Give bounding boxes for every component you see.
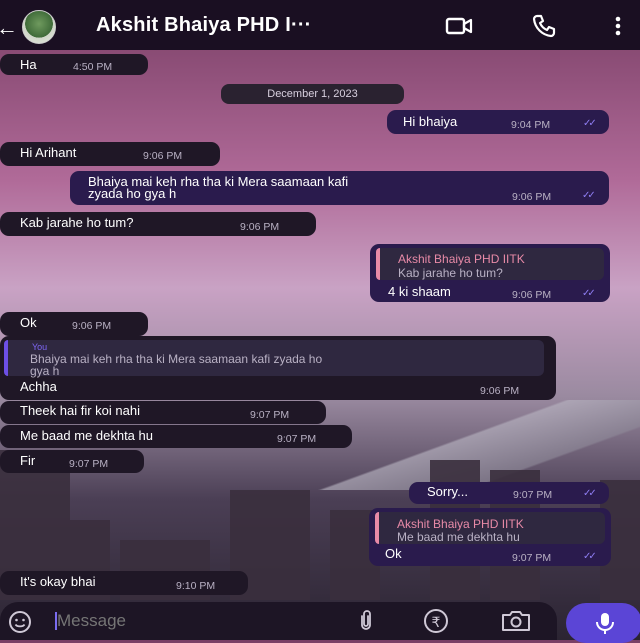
message-text-line: zyada ho gya h [88,186,177,201]
message-incoming[interactable]: It's okay bhai 9:10 PM [0,571,248,595]
message-outgoing-reply[interactable]: Akshit Bhaiya PHD IITK Kab jarahe ho tum… [370,244,610,302]
mic-icon [596,613,614,634]
message-text: Ha [20,57,37,72]
message-time: 9:10 PM [176,580,216,592]
avatar[interactable] [22,10,56,44]
message-time: 9:04 PM [511,119,551,131]
message-outgoing[interactable]: Sorry... 9:07 PM ✓✓ [409,482,609,504]
message-text: Sorry... [427,484,468,499]
quote-text: Bhaiya mai keh rha tha ki Mera saamaan k… [30,352,323,366]
message-time: 9:07 PM [277,433,317,445]
message-text: It's okay bhai [20,574,96,589]
emoji-icon[interactable] [8,610,32,634]
message-outgoing-reply[interactable]: Akshit Bhaiya PHD IITK Me baad me dekhta… [369,508,611,566]
message-text: Ok [385,546,402,561]
message-text: Hi bhaiya [403,114,458,129]
read-receipt-icon: ✓✓ [582,288,596,299]
message-incoming[interactable]: Kab jarahe ho tum? 9:06 PM [0,212,316,236]
message-incoming[interactable]: Ha 4:50 PM [0,54,148,75]
message-time: 9:06 PM [72,320,112,332]
quote-sender: You [32,342,48,352]
message-outgoing[interactable]: Bhaiya mai keh rha tha ki Mera saamaan k… [70,171,609,205]
message-text: Hi Arihant [20,145,77,160]
message-text: Fir [20,453,36,468]
read-receipt-icon: ✓✓ [582,190,596,201]
quote-bar [375,512,379,544]
message-text: 4 ki shaam [388,284,451,299]
message-incoming-reply[interactable]: You Bhaiya mai keh rha tha ki Mera saama… [0,336,556,400]
read-receipt-icon: ✓✓ [583,488,597,499]
quote-text: Me baad me dekhta hu [397,530,520,544]
message-time: 9:06 PM [512,289,552,301]
message-time: 9:07 PM [250,409,290,421]
quote-sender: Akshit Bhaiya PHD IITK [397,517,524,531]
read-receipt-icon: ✓✓ [583,551,597,562]
message-text: Theek hai fir koi nahi [20,403,140,418]
message-text: Me baad me dekhta hu [20,428,153,443]
quoted-message[interactable]: Akshit Bhaiya PHD IITK Kab jarahe ho tum… [376,248,604,280]
message-outgoing[interactable]: Hi bhaiya 9:04 PM ✓✓ [387,110,609,134]
quoted-message[interactable]: Akshit Bhaiya PHD IITK Me baad me dekhta… [375,512,605,544]
quote-sender: Akshit Bhaiya PHD IITK [398,252,525,266]
message-time: 9:07 PM [513,489,553,501]
message-incoming[interactable]: Me baad me dekhta hu 9:07 PM [0,425,352,448]
mic-button[interactable] [566,603,640,643]
more-vert-icon[interactable] [604,12,632,40]
quote-bar [376,248,380,280]
quote-text: Kab jarahe ho tum? [398,266,503,280]
message-incoming[interactable]: Ok 9:06 PM [0,312,148,336]
message-incoming[interactable]: Fir 9:07 PM [0,450,144,473]
video-call-icon[interactable] [445,12,473,40]
quote-text: gya h [30,364,60,378]
background-mountain [300,400,640,490]
message-text: Achha [20,379,57,394]
message-time: 9:06 PM [512,191,552,203]
message-time: 9:07 PM [512,552,552,564]
phone-icon[interactable] [530,12,558,40]
message-text: Ok [20,315,37,330]
read-receipt-icon: ✓✓ [583,118,597,129]
payment-rupee-icon[interactable]: ₹ [424,609,448,633]
message-time: 4:50 PM [73,61,113,73]
message-incoming[interactable]: Hi Arihant 9:06 PM [0,142,220,166]
camera-icon[interactable] [499,609,533,633]
message-time: 9:07 PM [69,458,109,470]
contact-name[interactable]: Akshit Bhaiya PHD I··· [96,14,312,37]
message-time: 9:06 PM [240,221,280,233]
message-incoming[interactable]: Theek hai fir koi nahi 9:07 PM [0,401,326,424]
chat-header: ← Akshit Bhaiya PHD I··· [0,0,640,50]
quote-bar [4,340,8,376]
quoted-message[interactable]: You Bhaiya mai keh rha tha ki Mera saama… [4,340,544,378]
date-separator: December 1, 2023 [221,84,404,104]
message-time: 9:06 PM [143,150,183,162]
paperclip-icon[interactable] [354,609,378,633]
message-text: Kab jarahe ho tum? [20,215,134,230]
arrow-left-icon[interactable]: ← [0,15,18,41]
message-input[interactable] [55,608,319,634]
message-time: 9:06 PM [480,385,520,397]
